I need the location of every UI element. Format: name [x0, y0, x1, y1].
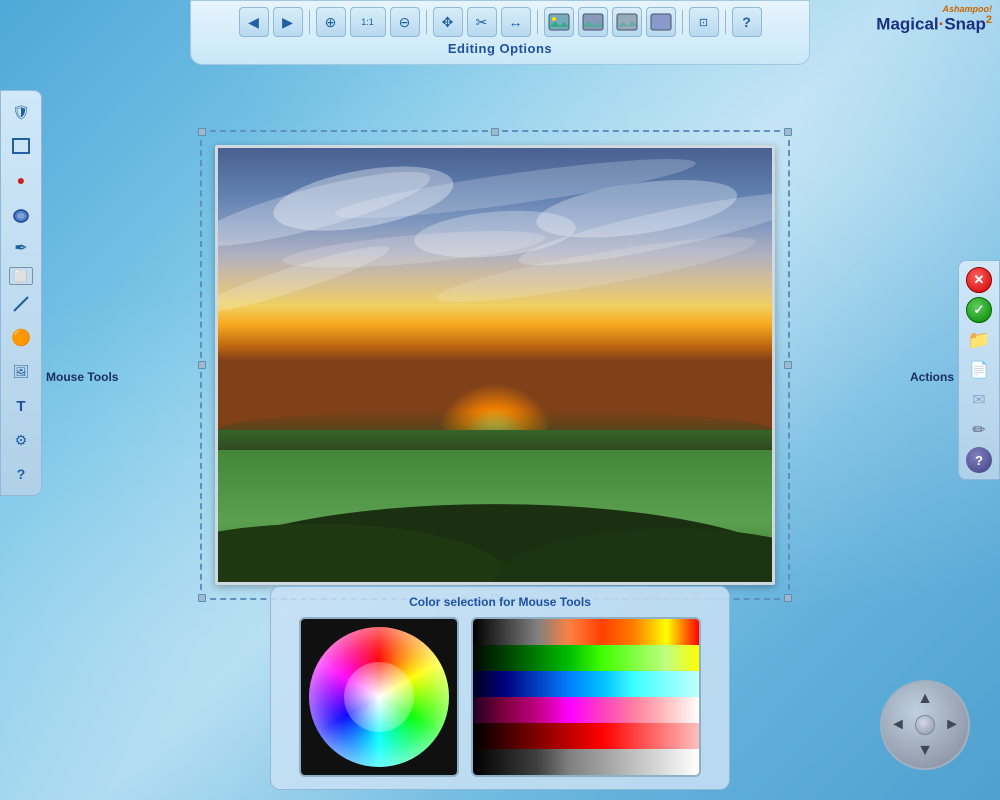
dpad-left-button[interactable]: ◄: [890, 716, 906, 734]
tool-image[interactable]: 🖼: [6, 357, 36, 387]
tool-rectangle[interactable]: [6, 131, 36, 161]
image-frame: [215, 145, 775, 585]
handle-top-right[interactable]: [784, 128, 792, 136]
dpad: ▲ ▼ ◄ ►: [880, 680, 970, 770]
back-button[interactable]: ◀: [239, 7, 269, 37]
mouse-tools-label: Mouse Tools: [46, 370, 118, 384]
logo-area: Ashampoo! Magical·Snap2: [876, 4, 992, 34]
tool-eyedropper[interactable]: [6, 199, 36, 229]
separator-2: [426, 10, 427, 34]
left-sidebar: 🛡 ● ✒ ⬜ 🟠 🖼 T ⚙ ?: [0, 90, 42, 496]
tool-settings[interactable]: ⚙: [6, 425, 36, 455]
gradient-row-1[interactable]: [473, 619, 699, 645]
handle-top-middle[interactable]: [491, 128, 499, 136]
dpad-center[interactable]: [915, 715, 935, 735]
handle-bottom-right[interactable]: [784, 594, 792, 602]
actions-help-button[interactable]: ?: [966, 447, 992, 473]
zoom-out-button[interactable]: ⊖: [390, 7, 420, 37]
dpad-down-button[interactable]: ▼: [917, 742, 933, 760]
move-button[interactable]: ↔: [501, 7, 531, 37]
gradient-row-6[interactable]: [473, 749, 699, 775]
separator-5: [725, 10, 726, 34]
gradient-row-2[interactable]: [473, 645, 699, 671]
zoom-100-button[interactable]: 1:1: [350, 7, 386, 37]
zoom-in-button[interactable]: ⊕: [316, 7, 346, 37]
gradient-row-5[interactable]: [473, 723, 699, 749]
horizon-layer: [218, 387, 772, 582]
canvas-area: [200, 130, 790, 600]
dpad-right-button[interactable]: ►: [944, 716, 960, 734]
crop-button[interactable]: ⊡: [689, 7, 719, 37]
edit-pen-button[interactable]: ✏: [966, 417, 992, 443]
help-button[interactable]: ?: [732, 7, 762, 37]
image-button[interactable]: [544, 7, 574, 37]
landscape-image: [218, 148, 772, 582]
right-sidebar: ✕ ✓ 📁 📄 ✉ ✏ ?: [958, 260, 1000, 480]
color-selectors: [299, 617, 701, 777]
select-button[interactable]: ✥: [433, 7, 463, 37]
actions-label: Actions: [910, 370, 954, 384]
logo-version: 2: [986, 14, 992, 26]
handle-bottom-left[interactable]: [198, 594, 206, 602]
editing-options-label: Editing Options: [448, 41, 552, 56]
separator-3: [537, 10, 538, 34]
color-panel: Color selection for Mouse Tools: [270, 586, 730, 790]
logo-developer: Ashampoo!: [876, 4, 992, 14]
color-gradient-container[interactable]: [471, 617, 701, 777]
logo-title: Magical·Snap2: [876, 14, 992, 34]
folder-button[interactable]: 📁: [966, 327, 992, 353]
tool-shield[interactable]: 🛡: [6, 97, 36, 127]
filter-button[interactable]: [612, 7, 642, 37]
handle-middle-left[interactable]: [198, 361, 206, 369]
cancel-button[interactable]: ✕: [966, 267, 992, 293]
handle-middle-right[interactable]: [784, 361, 792, 369]
forward-button[interactable]: ▶: [273, 7, 303, 37]
logo-magical-text: Magical: [876, 14, 938, 33]
dpad-circle: ▲ ▼ ◄ ►: [880, 680, 970, 770]
handle-top-left[interactable]: [198, 128, 206, 136]
tool-eraser[interactable]: ⬜: [9, 267, 33, 285]
gradient-row-3[interactable]: [473, 671, 699, 697]
tool-stamp[interactable]: ●: [6, 165, 36, 195]
email-button[interactable]: ✉: [966, 387, 992, 413]
logo-snap-text: Snap: [944, 14, 986, 33]
color-wheel[interactable]: [309, 627, 449, 767]
dpad-up-button[interactable]: ▲: [917, 690, 933, 708]
toolbar-icons: ◀ ▶ ⊕ 1:1 ⊖ ✥ ✂ ↔ ⊡ ?: [239, 7, 762, 37]
tool-diagonal-line[interactable]: [6, 289, 36, 319]
effects-button[interactable]: [578, 7, 608, 37]
gradient-row-4[interactable]: [473, 697, 699, 723]
adjust-button[interactable]: [646, 7, 676, 37]
tool-color-fill[interactable]: 🟠: [6, 323, 36, 353]
document-button[interactable]: 📄: [966, 357, 992, 383]
top-toolbar: ◀ ▶ ⊕ 1:1 ⊖ ✥ ✂ ↔ ⊡ ? Editing Options: [190, 0, 810, 65]
separator-4: [682, 10, 683, 34]
color-panel-label: Color selection for Mouse Tools: [409, 595, 591, 609]
lasso-button[interactable]: ✂: [467, 7, 497, 37]
confirm-button[interactable]: ✓: [966, 297, 992, 323]
tool-pen[interactable]: ✒: [6, 233, 36, 263]
color-wheel-container[interactable]: [299, 617, 459, 777]
separator-1: [309, 10, 310, 34]
tool-help[interactable]: ?: [6, 459, 36, 489]
tool-text[interactable]: T: [6, 391, 36, 421]
